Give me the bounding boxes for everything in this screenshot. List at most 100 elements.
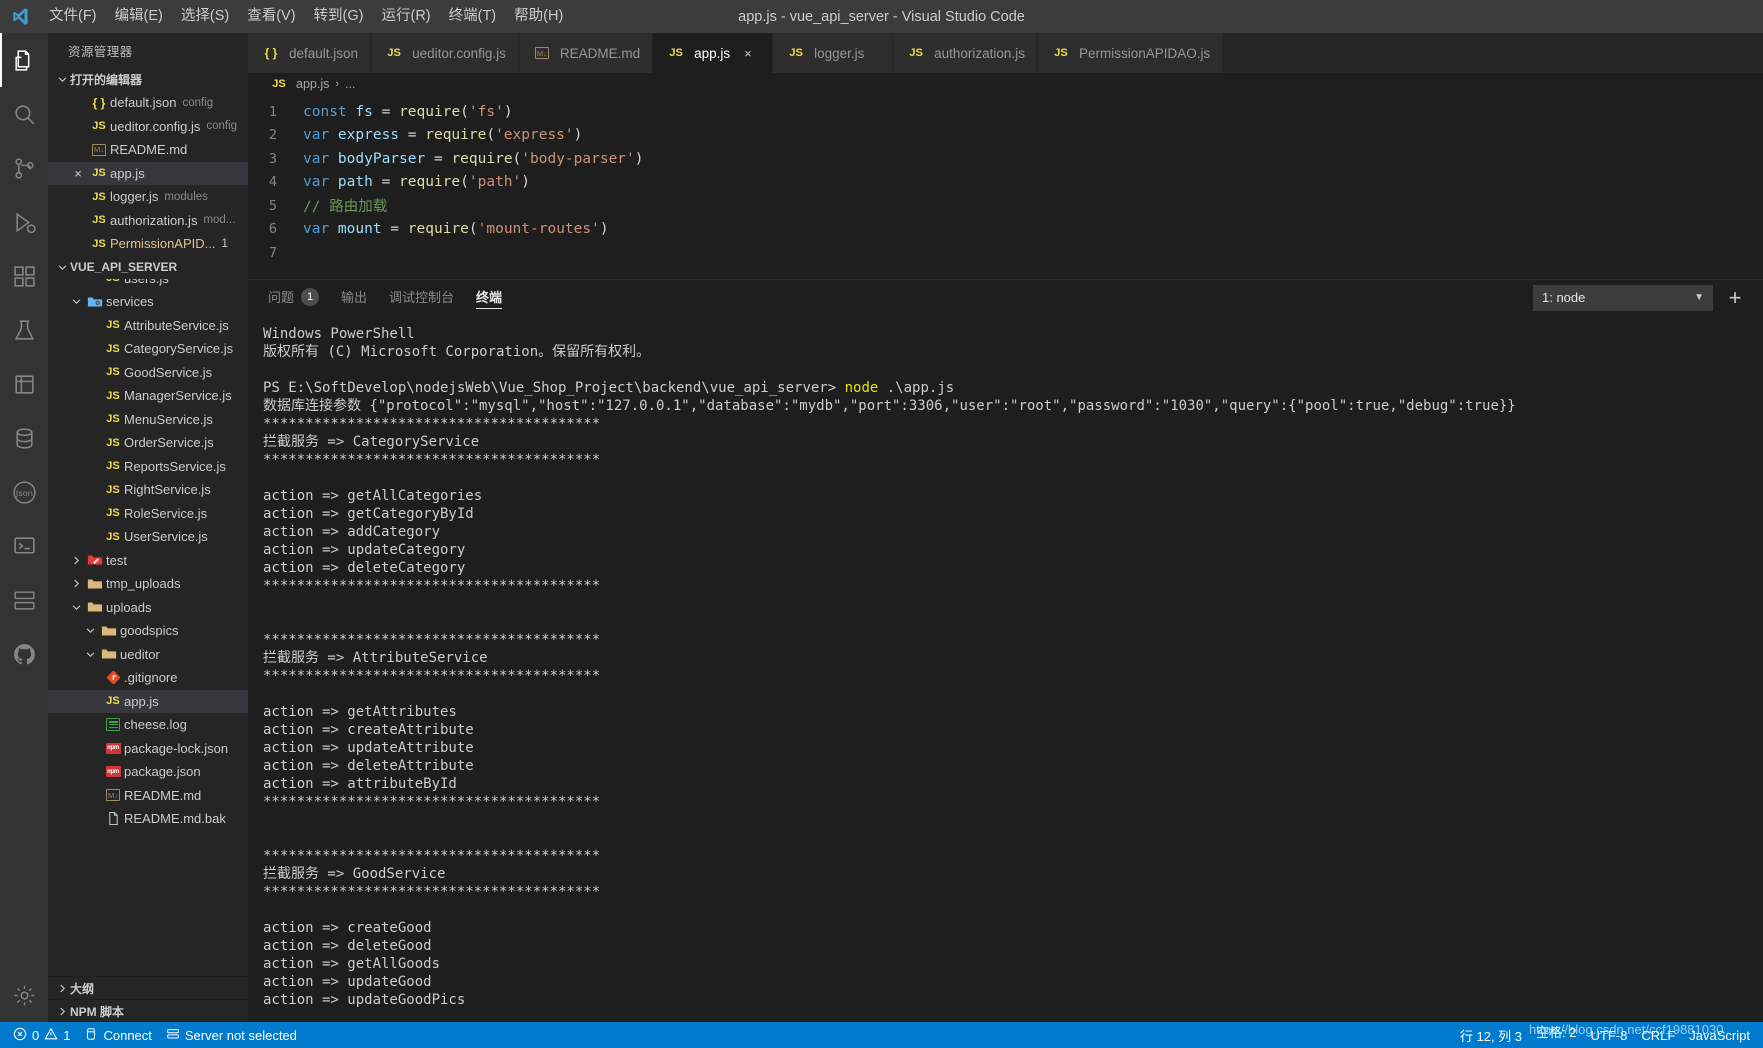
database-icon[interactable] (0, 357, 48, 411)
npm-scripts-section[interactable]: NPM 脚本 (48, 999, 248, 1022)
new-terminal-button[interactable]: + (1721, 284, 1749, 312)
file-label: RightService.js (124, 482, 211, 498)
open-editor-item-logger[interactable]: JS logger.js modules (48, 185, 248, 209)
tree-item-goodspics[interactable]: goodspics (48, 619, 248, 643)
database-icon (84, 1027, 98, 1044)
tree-item-test[interactable]: test (48, 549, 248, 573)
panel-tab-bar[interactable]: 问题 1 输出 调试控制台 终端 1: node ▼ + (248, 280, 1763, 315)
status-problems[interactable]: 0 1 (6, 1022, 77, 1048)
chevron-right-icon[interactable] (68, 552, 84, 568)
testing-icon[interactable] (0, 303, 48, 357)
remote-icon[interactable] (0, 519, 48, 573)
tree-item-reportsservice[interactable]: JS ReportsService.js (48, 455, 248, 479)
status-server[interactable]: Server not selected (159, 1022, 304, 1048)
tab-readme-md[interactable]: M↓ README.md (518, 33, 654, 73)
open-editor-item-ueditor-config[interactable]: JS ueditor.config.js config (48, 115, 248, 139)
json-icon[interactable]: Json (0, 465, 48, 519)
tab-permissionapidao-js[interactable]: JS PermissionAPIDAO.js (1037, 33, 1224, 73)
source-control-icon[interactable] (0, 141, 48, 195)
tree-item-gitignore[interactable]: .gitignore (48, 666, 248, 690)
extensions-icon[interactable] (0, 249, 48, 303)
tab-app-js[interactable]: JS app.js × (653, 33, 774, 73)
code-editor[interactable]: 1 const fs = require('fs') 2 var express = … (248, 95, 1763, 279)
tab-logger-js[interactable]: JS logger.js (773, 33, 894, 73)
tree-item-categoryservice[interactable]: JS CategoryService.js (48, 337, 248, 361)
tree-item-attributeservice[interactable]: JS AttributeService.js (48, 314, 248, 338)
panel-tab-debug-console[interactable]: 调试控制台 (389, 280, 454, 315)
chevron-down-icon[interactable] (82, 623, 98, 639)
tree-item-readme-md-bak[interactable]: README.md.bak (48, 807, 248, 831)
terminal-line: action => deleteAttribute (263, 758, 474, 774)
tree-item-tmp-uploads[interactable]: tmp_uploads (48, 572, 248, 596)
menu-bar[interactable]: 文件(F) 编辑(E) 选择(S) 查看(V) 转到(G) 运行(R) 终端(T… (40, 0, 572, 33)
open-editor-item-readme[interactable]: M↓ README.md (48, 138, 248, 162)
panel-actions[interactable]: 1: node ▼ + (1533, 284, 1763, 312)
menu-help[interactable]: 帮助(H) (505, 0, 572, 33)
chevron-down-icon[interactable] (68, 294, 84, 310)
tree-item-cheese-log[interactable]: cheese.log (48, 713, 248, 737)
status-cursor-position[interactable]: 行 12, 列 3 (1453, 1022, 1529, 1048)
menu-file[interactable]: 文件(F) (40, 0, 106, 33)
panel-tab-terminal[interactable]: 终端 (476, 280, 503, 315)
activity-bar[interactable]: Json (0, 33, 48, 1022)
menu-run[interactable]: 运行(R) (372, 0, 439, 33)
tree-item-rightservice[interactable]: JS RightService.js (48, 478, 248, 502)
breadcrumb-trail[interactable]: ... (345, 77, 355, 91)
menu-edit[interactable]: 编辑(E) (106, 0, 172, 33)
outline-section[interactable]: 大纲 (48, 976, 248, 999)
menu-go[interactable]: 转到(G) (305, 0, 373, 33)
status-indent[interactable]: 空格: 2 https://blog.csdn.net/ccf19881030 (1529, 1022, 1723, 1048)
tree-item-managerservice[interactable]: JS ManagerService.js (48, 384, 248, 408)
tree-item-readme-md[interactable]: M↓ README.md (48, 784, 248, 808)
tree-item-roleservice[interactable]: JS RoleService.js (48, 502, 248, 526)
panel-tab-problems[interactable]: 问题 1 (268, 280, 320, 315)
open-editor-item-default-json[interactable]: { } default.json config (48, 91, 248, 115)
search-icon[interactable] (0, 87, 48, 141)
tree-item-goodservice[interactable]: JS GoodService.js (48, 361, 248, 385)
close-icon[interactable]: × (744, 46, 752, 61)
tab-authorization-js[interactable]: JS authorization.js (893, 33, 1038, 73)
tree-item-services[interactable]: services (48, 290, 248, 314)
chevron-right-icon[interactable] (68, 576, 84, 592)
menu-view[interactable]: 查看(V) (238, 0, 304, 33)
tree-item-uploads[interactable]: uploads (48, 596, 248, 620)
panel-tab-output[interactable]: 输出 (341, 280, 367, 315)
run-debug-icon[interactable] (0, 195, 48, 249)
tree-item-menuservice[interactable]: JS MenuService.js (48, 408, 248, 432)
editor-tab-bar[interactable]: { } default.json JS ueditor.config.js M↓… (248, 33, 1763, 73)
settings-gear-icon[interactable] (0, 968, 48, 1022)
breadcrumb[interactable]: JS app.js › ... (248, 73, 1763, 95)
tree-item-package-json[interactable]: npm package.json (48, 760, 248, 784)
tree-item-orderservice[interactable]: JS OrderService.js (48, 431, 248, 455)
close-icon[interactable]: × (68, 166, 88, 181)
chevron-down-icon[interactable] (68, 599, 84, 615)
tree-item-ueditor[interactable]: ueditor (48, 643, 248, 667)
github-icon[interactable] (0, 627, 48, 681)
project-file-tree[interactable]: JS users.js services JS AttributeService.… (48, 279, 248, 977)
docker-icon[interactable] (0, 411, 48, 465)
breadcrumb-file[interactable]: app.js (296, 77, 329, 91)
terminal-selector-dropdown[interactable]: 1: node ▼ (1533, 284, 1713, 311)
tab-ueditor-config-js[interactable]: JS ueditor.config.js (371, 33, 519, 73)
open-editor-item-authorization[interactable]: JS authorization.js mod... (48, 209, 248, 233)
terminal-output[interactable]: Windows PowerShell 版权所有 (C) Microsoft Cor… (248, 315, 1763, 1022)
project-folder-header[interactable]: VUE_API_SERVER (48, 255, 248, 279)
tree-item-app-js[interactable]: JS app.js (48, 689, 248, 713)
tree-item-users-js[interactable]: JS users.js (48, 279, 248, 291)
tree-item-userservice[interactable]: JS UserService.js (48, 525, 248, 549)
explorer-icon[interactable] (0, 33, 48, 87)
server-icon[interactable] (0, 573, 48, 627)
sidebar-bottom-sections: 大纲 NPM 脚本 (48, 976, 248, 1022)
js-file-icon: JS (102, 279, 124, 285)
status-connect[interactable]: Connect (77, 1022, 158, 1048)
tree-item-package-lock-json[interactable]: npm package-lock.json (48, 737, 248, 761)
js-file-icon: JS (92, 237, 106, 250)
open-editor-item-app-js[interactable]: × JS app.js (48, 161, 248, 185)
chevron-down-icon[interactable] (82, 646, 98, 662)
menu-selection[interactable]: 选择(S) (172, 0, 238, 33)
menu-terminal[interactable]: 终端(T) (440, 0, 506, 33)
js-file-icon: JS (92, 120, 106, 133)
open-editors-header[interactable]: 打开的编辑器 (48, 68, 248, 91)
tab-default-json[interactable]: { } default.json (248, 33, 372, 73)
open-editor-item-permissionapidao[interactable]: JS PermissionAPID... 1 (48, 232, 248, 256)
